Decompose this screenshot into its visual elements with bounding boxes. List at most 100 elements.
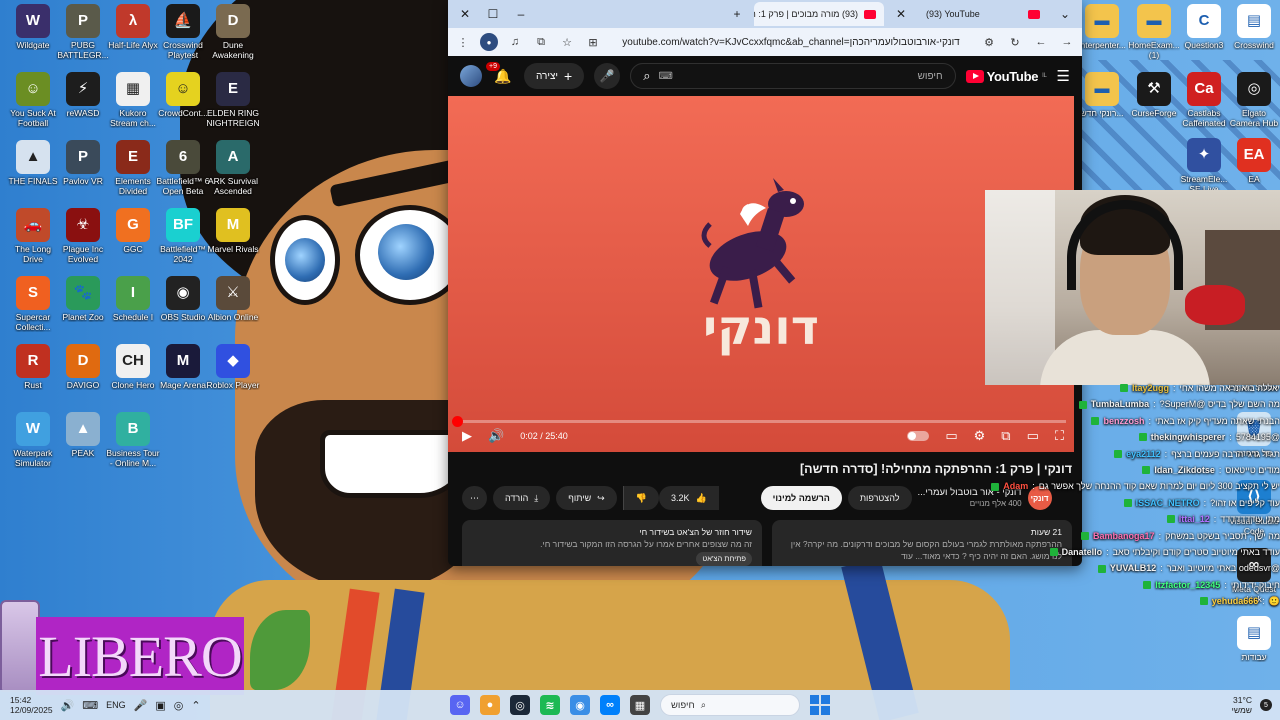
create-button[interactable]: יצירה + [524, 63, 585, 89]
maximize-icon[interactable]: ☐ [482, 3, 504, 25]
video-player[interactable]: דונקי ▶ 🔊 0:02 / 25:40 ▭ ⚙ ⧉ ▭ ⛶ [448, 96, 1074, 452]
tab-youtube[interactable]: (93) YouTube [918, 2, 1048, 26]
search-icon[interactable]: ⌕ [643, 68, 650, 84]
account-avatar[interactable] [460, 65, 482, 87]
desktop-icon[interactable]: D DAVIGO [56, 344, 110, 390]
tray-expand-icon[interactable]: ⌃ [191, 699, 200, 712]
windows-start-icon[interactable] [810, 695, 830, 715]
extensions-icon[interactable]: ⧉ [532, 33, 550, 51]
desktop-icon[interactable]: λ Half-Life Alyx [106, 4, 160, 50]
meta-icon[interactable]: ∞ [600, 695, 620, 715]
autoplay-toggle[interactable] [907, 431, 930, 441]
desktop-icon[interactable]: ⚒ CurseForge [1128, 72, 1180, 118]
desktop-icon[interactable]: ▬ HomeExam... (1) [1128, 4, 1180, 60]
file-explorer-icon[interactable]: ▦ [630, 695, 650, 715]
profile-icon[interactable]: ● [480, 33, 498, 51]
forward-icon[interactable]: → [1058, 33, 1076, 51]
desktop-icon[interactable]: CH Clone Hero [106, 344, 160, 390]
steam-tray-icon[interactable]: ◎ [174, 699, 184, 712]
mic-tray-icon[interactable]: 🎤 [134, 699, 148, 712]
notification-count[interactable]: 5 [1260, 699, 1272, 711]
reload-icon[interactable]: ↻ [1006, 33, 1024, 51]
desktop-icon[interactable]: ☣ Plague Inc Evolved [56, 208, 110, 264]
desktop-icon[interactable]: I Schedule I [106, 276, 160, 322]
desktop-icon[interactable]: P PUBG BATTLEGR... [56, 4, 110, 60]
close-icon[interactable]: ✕ [454, 3, 476, 25]
desktop-icon[interactable]: ▬ רונקי חדש... [1076, 72, 1128, 118]
desktop-icon[interactable]: BF Battlefield™ 2042 [156, 208, 210, 264]
steam-icon[interactable]: ◎ [510, 695, 530, 715]
new-tab-icon[interactable]: + [726, 3, 748, 25]
desktop-icon[interactable]: W Wildgate [6, 4, 60, 50]
hamburger-menu-icon[interactable]: ☰ [1057, 67, 1070, 85]
open-chat-button[interactable]: פתיחת הצ'אט [696, 552, 752, 566]
search-input[interactable]: ⌕ ⌨ חיפוש [630, 63, 956, 89]
desktop-icon[interactable]: 6 Battlefield™ 6 Open Beta [156, 140, 210, 196]
voice-search-mic-icon[interactable]: 🎤 [594, 63, 621, 89]
network-tray-icon[interactable]: ⌨ [82, 699, 98, 712]
site-settings-icon[interactable]: ⚙ [980, 33, 998, 51]
install-app-icon[interactable]: ⊞ [584, 33, 602, 51]
minimize-icon[interactable]: – [510, 3, 532, 25]
desktop-icon[interactable]: S Supercar Collecti... [6, 276, 60, 332]
desktop-icon[interactable]: ◆ Roblox Player [206, 344, 260, 390]
play-icon[interactable]: ▶ [462, 428, 472, 444]
desktop-icon[interactable]: 🚗 The Long Drive [6, 208, 60, 264]
chrome-icon[interactable]: ◉ [570, 695, 590, 715]
desktop-icon[interactable]: Ca Castlabs Caffeinated [1178, 72, 1230, 128]
desktop-icon[interactable]: A ARK Survival Ascended [206, 140, 260, 196]
dislike-button[interactable]: 👎 [622, 486, 659, 510]
kebab-menu-icon[interactable]: ⋮ [454, 33, 472, 51]
discord-icon[interactable]: ☺ [450, 695, 470, 715]
weather-widget[interactable]: 31°C שמשי 5 [1232, 695, 1280, 715]
settings-gear-icon[interactable]: ⚙ [974, 428, 986, 444]
live-chat-replay-card[interactable]: שידור חוזר של הצ'אט בשידור חי זה מה שצופ… [462, 520, 762, 566]
desktop-icon[interactable]: E ELDEN RING NIGHTREIGN [206, 72, 260, 128]
desktop-icon[interactable]: P Pavlov VR [56, 140, 110, 186]
clock[interactable]: 15:42 12/09/2025 [10, 695, 53, 715]
desktop-icon[interactable]: ☺ CrowdCont... [156, 72, 210, 118]
taskbar-search[interactable]: ⌕ חיפוש [660, 694, 800, 716]
tab-close-icon[interactable]: ✕ [890, 3, 912, 25]
desktop-icon[interactable]: ▲ PEAK [56, 412, 110, 458]
volume-icon[interactable]: 🔊 [488, 428, 504, 444]
subscribe-button[interactable]: הרשמה למינוי [760, 486, 842, 510]
join-button[interactable]: להצטרפות [847, 486, 912, 510]
like-button[interactable]: 3.2K 👍 [658, 486, 719, 510]
desktop-icon[interactable]: ☺ You Suck At Football [6, 72, 60, 128]
language-indicator[interactable]: ENG [106, 700, 126, 710]
more-actions-button[interactable]: ⋯ [462, 486, 487, 510]
keyboard-icon[interactable]: ⌨ [659, 71, 673, 82]
desktop-icon[interactable]: ▦ Kukoro Stream ch... [106, 72, 160, 128]
desktop-icon[interactable]: ✦ StreamEle... SE.Live [1178, 138, 1230, 194]
tab-list-icon[interactable]: ⌄ [1054, 3, 1076, 25]
download-button[interactable]: הורדה ⤓ [493, 486, 551, 510]
url-field[interactable]: youtube.com/watch?v=KJvCcxxfqmc&ab_chann… [610, 37, 972, 48]
subtitles-icon[interactable]: ▭ [945, 428, 957, 444]
notifications-bell-icon[interactable]: 🔔 +9 [486, 62, 514, 87]
desktop-icon[interactable]: ▲ THE FINALS [6, 140, 60, 186]
desktop-icon[interactable]: R Rust [6, 344, 60, 390]
desktop-icon[interactable]: C Question3 [1178, 4, 1230, 50]
desktop-icon[interactable]: M Mage Arena [156, 344, 210, 390]
volume-tray-icon[interactable]: 🔊 [61, 699, 75, 712]
video-progress-bar[interactable] [451, 416, 1066, 427]
desktop-icon[interactable]: ▤ Crosswind [1228, 4, 1280, 50]
desktop-icon[interactable]: ▬ Interpenter... [1076, 4, 1128, 50]
media-controls-icon[interactable]: ♫ [506, 33, 524, 51]
desktop-icon[interactable]: W Waterpark Simulator [6, 412, 60, 468]
bookmark-star-icon[interactable]: ☆ [558, 33, 576, 51]
desktop-icon[interactable]: ⚡ reWASD [56, 72, 110, 118]
desktop-icon[interactable]: 🐾 Planet Zoo [56, 276, 110, 322]
desktop-icon[interactable]: ⚔ Albion Online [206, 276, 260, 322]
tab-video[interactable]: (93) מורה מבוכים | פרק 1: ההר... [754, 2, 884, 26]
app-icon[interactable]: ● [480, 695, 500, 715]
tray-app-icon[interactable]: ▣ [155, 699, 165, 712]
youtube-logo[interactable]: YouTube IL [965, 69, 1047, 84]
desktop-icon[interactable]: ◎ Elgato Camera Hub [1228, 72, 1280, 128]
desktop-icon[interactable]: ⛵ Crosswind Playtest [156, 4, 210, 60]
desktop-icon[interactable]: M Marvel Rivals [206, 208, 260, 254]
desktop-icon[interactable]: G GGC [106, 208, 160, 254]
desktop-icon[interactable]: EA EA [1228, 138, 1280, 184]
spotify-icon[interactable]: ≋ [540, 695, 560, 715]
